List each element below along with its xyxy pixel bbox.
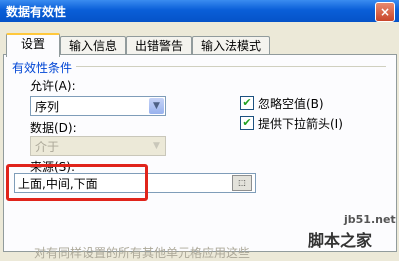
tab-input-message[interactable]: 输入信息 <box>60 36 126 55</box>
dropdown-arrow-checkbox[interactable]: ✔ <box>240 116 254 130</box>
window-title: 数据有效性 <box>6 5 67 19</box>
source-highlight-box <box>6 164 148 201</box>
range-select-icon[interactable]: ⬚ <box>232 175 252 191</box>
tab-settings[interactable]: 设置 <box>6 33 60 57</box>
watermark-site: jb51.net <box>344 213 396 226</box>
ignore-blank-label: 忽略空值(B) <box>258 97 324 111</box>
allow-select[interactable]: 序列 ▼ <box>30 96 166 116</box>
title-bar: 数据有效性 × <box>0 0 399 22</box>
group-title: 有效性条件 <box>12 61 73 75</box>
data-select[interactable]: 介于 ▼ <box>30 136 166 156</box>
dropdown-arrow-label: 提供下拉箭头(I) <box>258 117 343 131</box>
group-divider <box>76 66 386 67</box>
data-label: 数据(D): <box>30 121 77 135</box>
apply-all-label: 对有同样设置的所有其他单元格应用这些 <box>34 246 251 260</box>
chevron-down-icon[interactable]: ▼ <box>149 98 164 114</box>
allow-label: 允许(A): <box>30 79 76 93</box>
allow-value: 序列 <box>35 100 60 114</box>
chevron-down-icon[interactable]: ▼ <box>149 138 164 154</box>
ignore-blank-checkbox[interactable]: ✔ <box>240 96 254 110</box>
watermark-name: 脚本之家 <box>308 231 373 250</box>
close-button[interactable]: × <box>375 2 395 22</box>
tab-ime-mode[interactable]: 输入法模式 <box>192 36 270 55</box>
tab-error-alert[interactable]: 出错警告 <box>126 36 192 55</box>
data-value: 介于 <box>35 140 60 154</box>
